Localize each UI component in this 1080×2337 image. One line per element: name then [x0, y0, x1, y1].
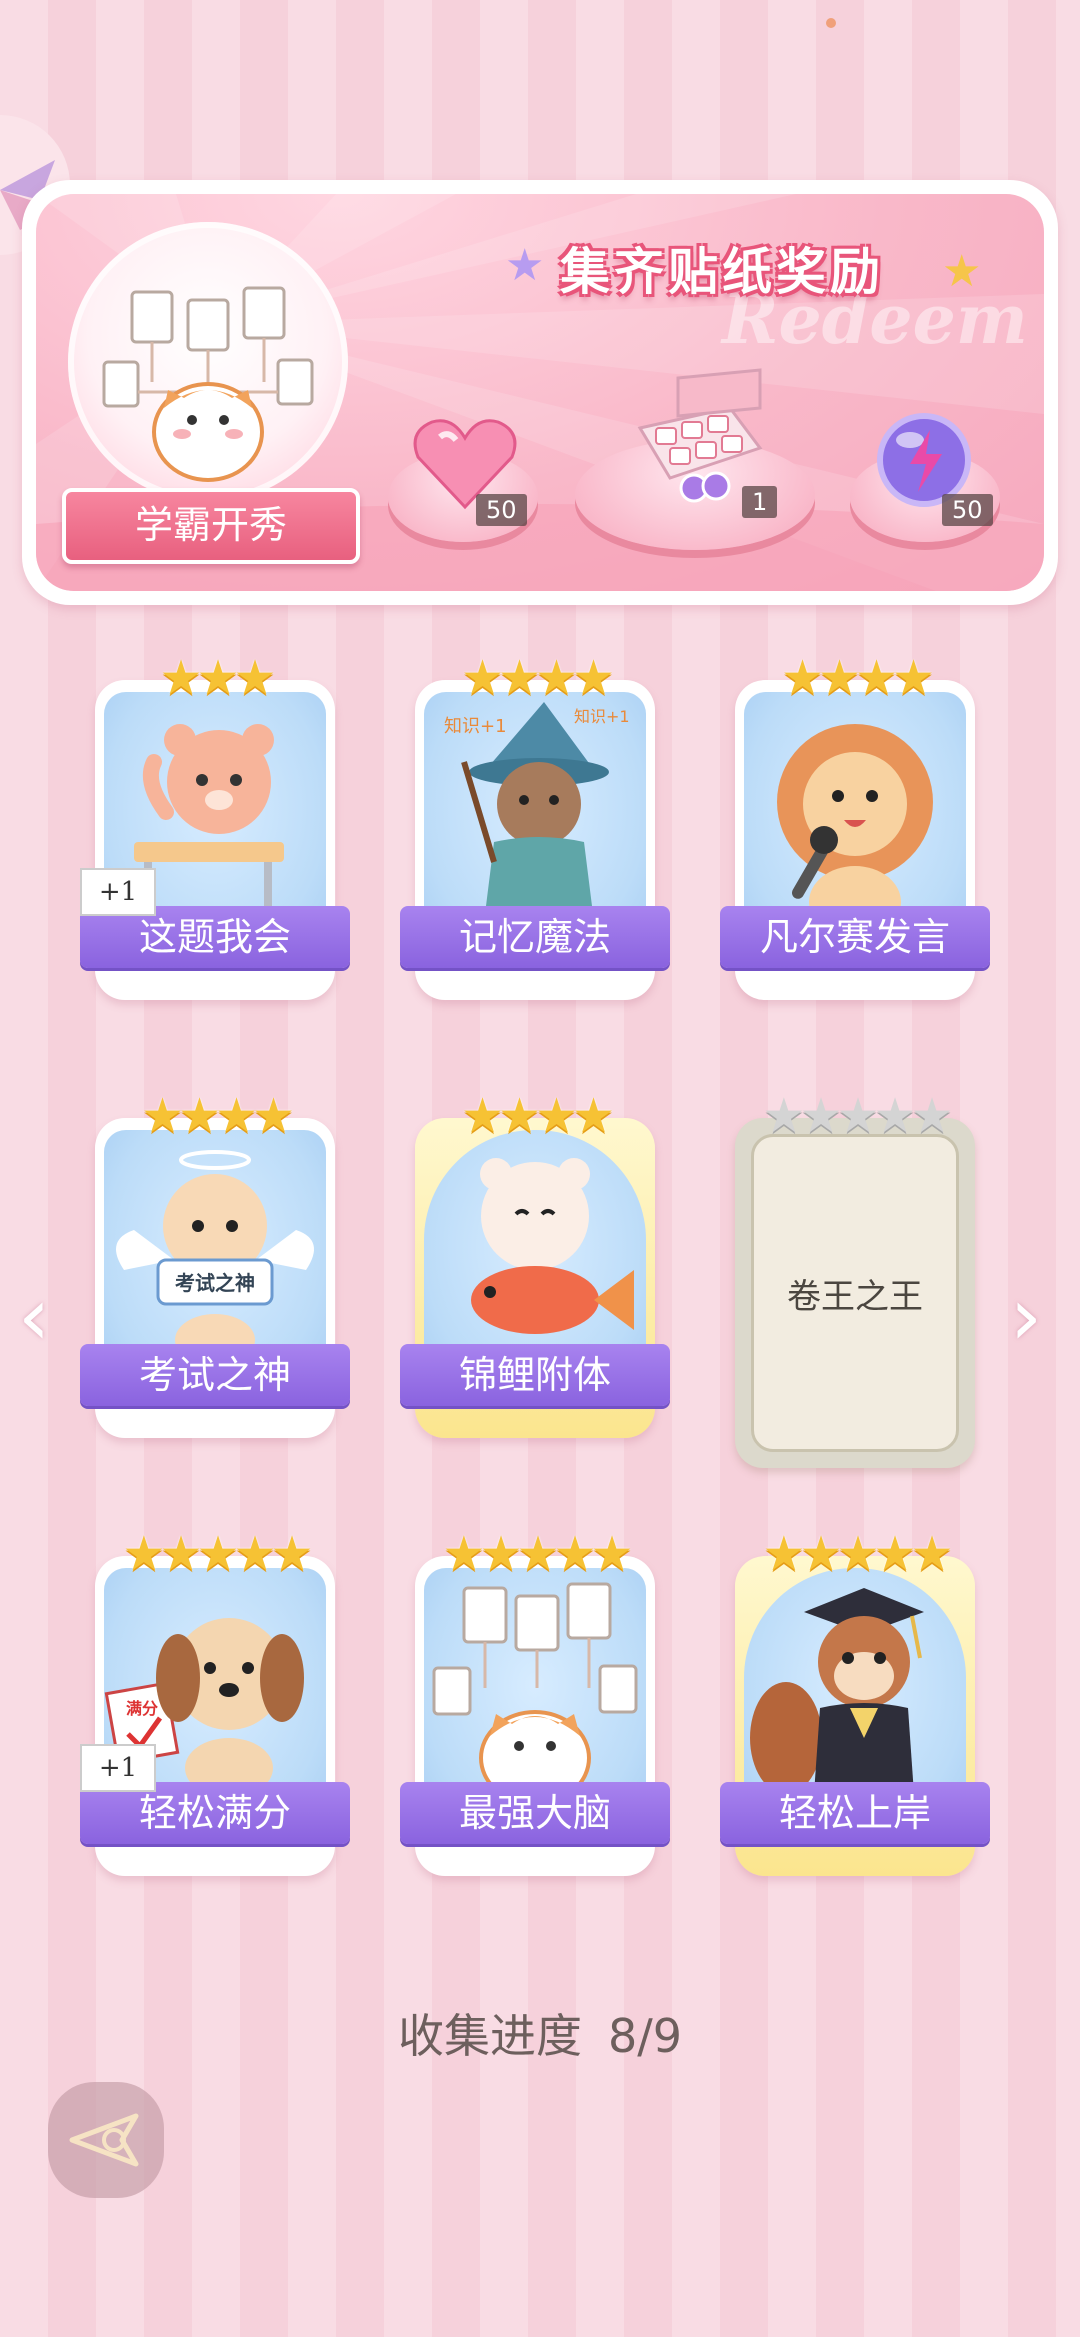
sticker-card[interactable]: ★★★★★ 最强大脑: [400, 1526, 670, 1876]
back-button[interactable]: [48, 2082, 164, 2198]
sticker-card[interactable]: 知识+1 知识+1 ★★★★ 记忆魔法: [400, 650, 670, 1000]
sticker-card[interactable]: ★★★ +1 这题我会: [80, 650, 350, 1000]
sticker-card-locked[interactable]: 卷王之王 ★★★★★: [730, 1088, 980, 1468]
progress-value: 8/9: [607, 2009, 683, 2063]
album-orb[interactable]: [68, 222, 348, 502]
sticker-card[interactable]: ★★★★ 凡尔赛发言: [720, 650, 990, 1000]
star-rating: ★★★★: [460, 650, 615, 706]
card-label: 凡尔赛发言: [720, 906, 990, 968]
star-rating: ★★★★★: [762, 1088, 953, 1144]
sticker-card[interactable]: 考试之神 ★★★★ 考试之神: [80, 1088, 350, 1438]
yellow-star-icon: ★: [942, 246, 982, 297]
next-page-arrow-icon[interactable]: ›: [1010, 1270, 1042, 1363]
reward-count: 1: [742, 486, 778, 518]
star-rating: ★★★★: [140, 1088, 295, 1144]
star-rating: ★★★★★: [762, 1526, 953, 1582]
cat-with-papers-icon: [102, 286, 314, 482]
star-rating: ★★★: [159, 650, 276, 706]
sticker-card[interactable]: ★★★★★ 轻松上岸: [720, 1526, 990, 1876]
back-arrow-icon: [69, 2113, 139, 2167]
decor-dot: [826, 18, 836, 28]
svg-text:满分: 满分: [126, 1699, 158, 1718]
card-label: 考试之神: [80, 1344, 350, 1406]
album-label[interactable]: 学霸开秀: [62, 488, 360, 564]
card-label: 最强大脑: [400, 1782, 670, 1844]
card-label: 轻松上岸: [720, 1782, 990, 1844]
svg-text:知识+1: 知识+1: [574, 707, 630, 726]
card-label: 锦鲤附体: [400, 1344, 670, 1406]
sticker-card[interactable]: ★★★★ 锦鲤附体: [400, 1088, 670, 1438]
reward-count: 50: [476, 494, 527, 526]
plus-one-badge: +1: [80, 868, 156, 916]
star-rating: ★★★★★: [122, 1526, 313, 1582]
plus-one-badge: +1: [80, 1744, 156, 1792]
reward-title: 集齐贴纸奖励: [560, 243, 884, 301]
star-rating: ★★★★: [780, 650, 935, 706]
svg-text:考试之神: 考试之神: [175, 1271, 255, 1295]
star-rating: ★★★★★: [442, 1526, 633, 1582]
art-text: 知识+1: [444, 716, 507, 737]
collection-progress: 收集进度 8/9: [0, 2000, 1080, 2066]
locked-card-label: 卷王之王: [751, 1134, 959, 1452]
purple-star-icon: ★: [505, 240, 545, 291]
reward-count: 50: [942, 494, 993, 526]
progress-label: 收集进度: [397, 2009, 582, 2063]
prev-page-arrow-icon[interactable]: ‹: [18, 1270, 50, 1363]
star-rating: ★★★★: [460, 1088, 615, 1144]
card-label: 记忆魔法: [400, 906, 670, 968]
sticker-card[interactable]: 满分 ★★★★★ +1 轻松满分: [80, 1526, 350, 1876]
